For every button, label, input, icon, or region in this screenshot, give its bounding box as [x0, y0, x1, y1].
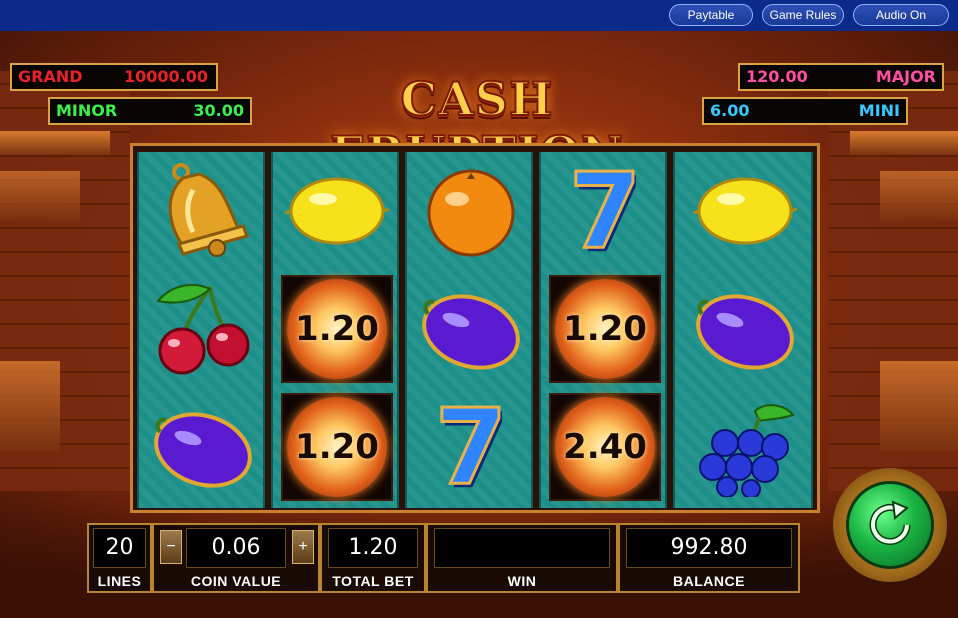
stone-steps — [880, 361, 958, 451]
plum-icon — [422, 294, 520, 370]
reel-symbol — [139, 152, 263, 270]
win-value — [434, 528, 610, 568]
balance-panel: 992.80 BALANCE — [618, 523, 800, 593]
lemon-icon — [693, 177, 797, 245]
spin-button[interactable] — [833, 468, 947, 582]
reel-symbol — [139, 388, 263, 506]
reel-symbol: 1.20 — [273, 388, 397, 506]
reel-symbol: 7 — [407, 386, 531, 508]
fireball-value: 1.20 — [295, 309, 379, 349]
total-bet-panel: 1.20 TOTAL BET — [320, 523, 426, 593]
jackpot-minor: MINOR 30.00 — [48, 97, 252, 125]
jackpot-major: MAJOR 120.00 — [738, 63, 944, 91]
win-label: WIN — [507, 573, 537, 589]
spin-button-face — [846, 481, 934, 569]
stone-steps — [0, 361, 60, 451]
stone-ledge — [0, 171, 80, 221]
orange-icon — [427, 169, 515, 257]
coin-value-label: COIN VALUE — [190, 573, 282, 589]
reel-symbol — [273, 152, 397, 270]
reels-frame: 1.20 1.20 7 7 1.20 2.40 — [130, 143, 820, 513]
fireball-icon: 1.20 — [287, 397, 387, 497]
grapes-icon — [699, 404, 795, 497]
lemon-icon — [285, 177, 389, 245]
reel-symbol — [675, 270, 811, 388]
game-rules-button[interactable]: Game Rules — [762, 4, 844, 26]
refresh-arrow-icon — [869, 500, 911, 545]
minus-icon: − — [166, 538, 176, 555]
fireball-value: 1.20 — [563, 309, 647, 349]
fireball-icon: 2.40 — [555, 397, 655, 497]
stone-ledge — [880, 171, 958, 221]
jackpot-mini-value: 6.00 — [710, 101, 750, 120]
reel-5 — [673, 152, 813, 508]
audio-toggle-button[interactable]: Audio On — [853, 4, 949, 26]
plus-icon: + — [298, 538, 308, 555]
reel-symbol — [675, 388, 811, 506]
stone-ledge — [850, 131, 958, 155]
cherries-icon — [156, 283, 250, 375]
coin-value-decrease-button[interactable]: − — [160, 530, 182, 564]
coin-value-panel: − 0.06 + COIN VALUE — [152, 523, 320, 593]
fireball-value: 1.20 — [295, 427, 379, 467]
fireball-symbol: 1.20 — [281, 275, 393, 383]
jackpot-major-value: 120.00 — [746, 67, 808, 86]
fireball-symbol: 1.20 — [281, 393, 393, 501]
plum-icon — [154, 412, 252, 488]
seven-icon: 7 — [433, 386, 508, 508]
jackpot-mini: MINI 6.00 — [702, 97, 908, 125]
jackpot-grand-label: GRAND — [18, 67, 83, 86]
fireball-value: 2.40 — [563, 427, 647, 467]
win-panel: WIN — [426, 523, 618, 593]
jackpot-grand: GRAND 10000.00 — [10, 63, 218, 91]
lines-value: 20 — [93, 528, 146, 568]
reel-symbol: 7 — [541, 152, 665, 272]
top-bar: Paytable Game Rules Audio On — [0, 0, 958, 31]
stone-ledge — [0, 131, 110, 155]
reel-symbol — [139, 270, 263, 388]
seven-icon: 7 — [567, 152, 642, 272]
reel-symbol: 1.20 — [273, 270, 397, 388]
bell-icon — [168, 163, 250, 257]
lines-panel: 20 LINES — [87, 523, 152, 593]
reel-symbol: 2.40 — [541, 388, 665, 506]
coin-value: 0.06 — [186, 528, 286, 568]
lines-label: LINES — [97, 573, 142, 589]
reel-2: 1.20 1.20 — [271, 152, 399, 508]
jackpot-grand-value: 10000.00 — [123, 67, 208, 86]
fireball-symbol: 2.40 — [549, 393, 661, 501]
fireball-icon: 1.20 — [555, 279, 655, 379]
reel-1 — [137, 152, 265, 508]
balance-value: 992.80 — [626, 528, 792, 568]
reel-symbol — [675, 152, 811, 270]
balance-label: BALANCE — [673, 573, 745, 589]
jackpot-mini-label: MINI — [858, 101, 900, 120]
fireball-symbol: 1.20 — [549, 275, 661, 383]
jackpot-major-label: MAJOR — [875, 67, 936, 86]
jackpot-minor-label: MINOR — [56, 101, 118, 120]
reel-symbol — [407, 152, 531, 270]
plum-icon — [696, 294, 794, 370]
total-bet-value: 1.20 — [328, 528, 418, 568]
jackpot-minor-value: 30.00 — [193, 101, 244, 120]
reel-3: 7 — [405, 152, 533, 508]
reel-symbol: 1.20 — [541, 270, 665, 388]
coin-value-increase-button[interactable]: + — [292, 530, 314, 564]
paytable-button[interactable]: Paytable — [669, 4, 753, 26]
reel-4: 7 1.20 2.40 — [539, 152, 667, 508]
fireball-icon: 1.20 — [287, 279, 387, 379]
reel-symbol — [407, 270, 531, 388]
total-bet-label: TOTAL BET — [332, 573, 414, 589]
